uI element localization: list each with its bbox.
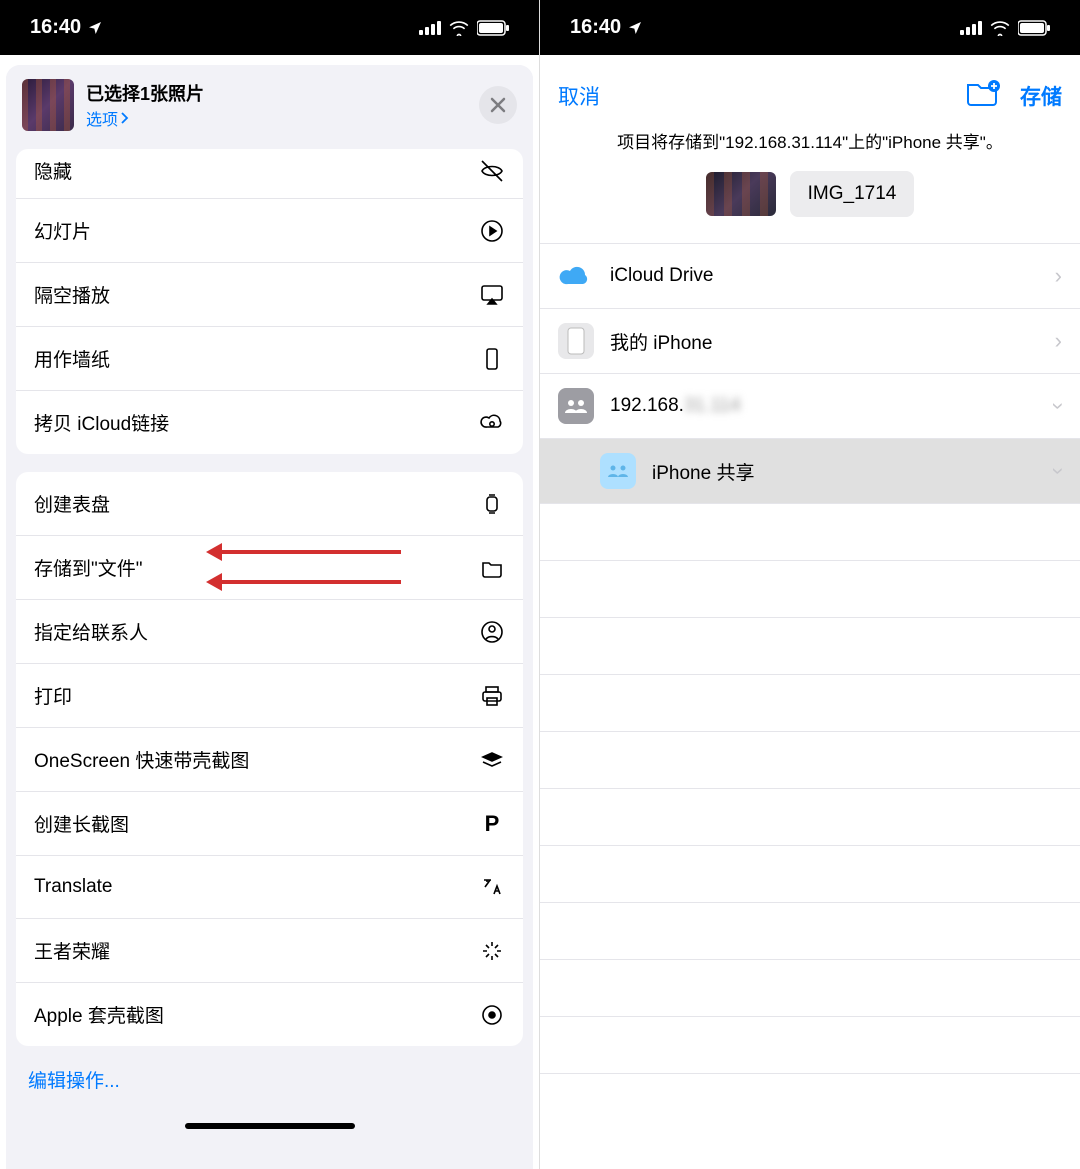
sparkle-icon <box>479 938 505 964</box>
folder-plus-icon <box>966 79 1000 107</box>
cellular-signal-icon <box>960 21 982 35</box>
location-arrow-icon <box>627 20 643 36</box>
save-destination-hint: 项目将存储到"192.168.31.114"上的"iPhone 共享"。 <box>540 124 1080 171</box>
eye-slash-icon <box>479 158 505 184</box>
wifi-icon <box>990 20 1010 36</box>
cloud-link-icon <box>479 410 505 436</box>
watch-icon <box>479 491 505 517</box>
share-sheet-header: 已选择1张照片 选项 <box>6 65 533 145</box>
annotation-arrow-2 <box>211 580 401 584</box>
status-bar: 16:40 <box>540 0 1080 55</box>
location-arrow-icon <box>87 20 103 36</box>
location-my-iphone[interactable]: 我的 iPhone › <box>540 309 1080 374</box>
action-slideshow[interactable]: 幻灯片 <box>16 199 523 263</box>
folder-icon <box>479 555 505 581</box>
status-bar: 16:40 <box>0 0 539 55</box>
action-assign-to-contact[interactable]: 指定给联系人 <box>16 600 523 664</box>
action-group-1: 隐藏 幻灯片 隔空播放 用作墙纸 拷贝 iCloud链接 <box>16 149 523 454</box>
share-sheet-title: 已选择1张照片 <box>86 80 479 106</box>
action-create-watch-face[interactable]: 创建表盘 <box>16 472 523 536</box>
action-apple-frame-screenshot[interactable]: Apple 套壳截图 <box>16 983 523 1046</box>
action-long-screenshot[interactable]: 创建长截图 P <box>16 792 523 856</box>
phone-left-share-sheet: 16:40 已选择1张照片 选项 隐藏 <box>0 0 540 1169</box>
status-time: 16:40 <box>30 16 81 39</box>
icloud-icon <box>558 258 594 294</box>
location-icloud-drive[interactable]: iCloud Drive › <box>540 244 1080 309</box>
location-list: iCloud Drive › 我的 iPhone › 192.168.31.11… <box>540 244 1080 504</box>
phone-outline-icon <box>479 346 505 372</box>
filename-input[interactable]: IMG_1714 <box>790 171 915 217</box>
airplay-icon <box>479 282 505 308</box>
file-thumbnail <box>706 172 776 216</box>
play-circle-icon <box>479 218 505 244</box>
empty-list <box>540 504 1080 1074</box>
action-hide[interactable]: 隐藏 <box>16 149 523 199</box>
chevron-down-icon: › <box>1045 402 1071 409</box>
status-time: 16:40 <box>570 16 621 39</box>
action-honor-of-kings[interactable]: 王者荣耀 <box>16 919 523 983</box>
action-save-to-files[interactable]: 存储到"文件" <box>16 536 523 600</box>
chevron-down-icon: › <box>1045 467 1071 474</box>
edit-actions-link[interactable]: 编辑操作... <box>6 1046 533 1113</box>
person-circle-icon <box>479 619 505 645</box>
action-translate[interactable]: Translate <box>16 856 523 919</box>
iphone-icon <box>558 323 594 359</box>
translate-icon <box>479 874 505 900</box>
options-link[interactable]: 选项 <box>86 106 130 130</box>
layers-icon <box>479 747 505 773</box>
battery-icon <box>1018 20 1050 36</box>
phone-right-save-dialog: 16:40 取消 存储 项目将存储到"192.168.31.114"上的"iPh… <box>540 0 1080 1169</box>
cellular-signal-icon <box>419 21 441 35</box>
target-icon <box>479 1002 505 1028</box>
share-sheet: 已选择1张照片 选项 隐藏 幻灯片 隔空播放 <box>6 65 533 1169</box>
server-users-icon <box>558 388 594 424</box>
action-wallpaper[interactable]: 用作墙纸 <box>16 327 523 391</box>
location-iphone-share[interactable]: iPhone 共享 › <box>540 439 1080 504</box>
battery-icon <box>477 20 509 36</box>
shared-folder-icon <box>600 453 636 489</box>
chevron-right-icon: › <box>1055 328 1062 354</box>
close-button[interactable] <box>479 86 517 124</box>
action-onescreen[interactable]: OneScreen 快速带壳截图 <box>16 728 523 792</box>
location-smb-server[interactable]: 192.168.31.114 › <box>540 374 1080 439</box>
action-group-2: 创建表盘 存储到"文件" 指定给联系人 打印 OneScreen 快速带壳截图 <box>16 472 523 1046</box>
selected-photo-thumbnail[interactable] <box>22 79 74 131</box>
printer-icon <box>479 683 505 709</box>
action-copy-icloud-link[interactable]: 拷贝 iCloud链接 <box>16 391 523 454</box>
close-icon <box>490 97 506 113</box>
cancel-button[interactable]: 取消 <box>558 81 600 111</box>
wifi-icon <box>449 20 469 36</box>
save-button[interactable]: 存储 <box>1020 81 1062 111</box>
action-print[interactable]: 打印 <box>16 664 523 728</box>
save-nav-bar: 取消 存储 <box>540 55 1080 124</box>
new-folder-button[interactable] <box>966 79 1000 112</box>
home-indicator <box>185 1123 355 1129</box>
action-airplay[interactable]: 隔空播放 <box>16 263 523 327</box>
filename-row: IMG_1714 <box>540 171 1080 244</box>
annotation-arrow-1 <box>211 550 401 554</box>
chevron-right-icon: › <box>1055 263 1062 289</box>
p-glyph-icon: P <box>479 811 505 837</box>
